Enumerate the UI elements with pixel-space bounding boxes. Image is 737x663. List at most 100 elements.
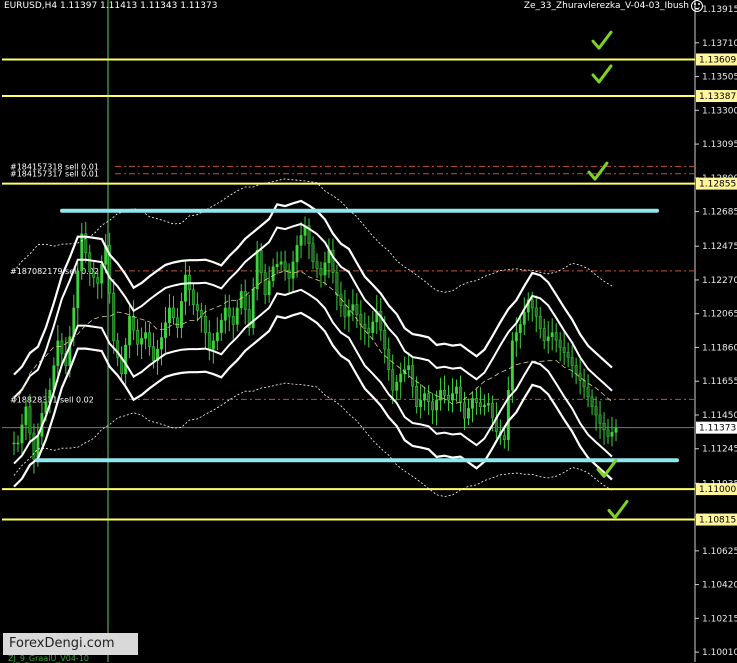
- candle-body: [542, 328, 546, 342]
- outer-envelope-upper: [13, 178, 613, 293]
- candle-body: [391, 369, 395, 391]
- price-label-text: 1.13609: [699, 55, 736, 65]
- candle-body: [574, 365, 578, 375]
- price-label-text: 1.10815: [699, 516, 736, 526]
- candle-body: [283, 261, 287, 271]
- candle-body: [463, 402, 466, 419]
- indicator-name: Ze_33_Zhuravlerezka_V-04-03_Ibush: [523, 1, 689, 11]
- candle-body: [112, 292, 116, 342]
- axis-tick-label: 1.12270: [702, 276, 737, 286]
- candle-body: [407, 365, 411, 370]
- candle-body: [295, 245, 299, 263]
- candle-body: [355, 304, 359, 315]
- checkmark-icon: [587, 161, 609, 181]
- candle-body: [128, 315, 132, 346]
- candle-body: [379, 310, 383, 331]
- candle-body: [359, 314, 363, 325]
- candle-body: [471, 398, 474, 409]
- candle-body: [56, 340, 60, 366]
- price-label-text: 1.13387: [699, 92, 736, 102]
- candle-body: [20, 424, 24, 444]
- watermark: ForexDengi.com: [3, 633, 138, 655]
- candle-body: [140, 338, 144, 345]
- candle-body: [231, 315, 235, 325]
- axis-tick-label: 1.12685: [702, 208, 737, 218]
- candle-body: [538, 315, 542, 329]
- candle-body: [195, 304, 199, 311]
- envelope-band: [13, 199, 613, 376]
- order-line-label: #184157317 sell 0.01: [10, 170, 99, 179]
- candle-body: [363, 324, 367, 329]
- smiley-icon: [691, 0, 703, 12]
- candle-body: [578, 373, 582, 381]
- checkmark-icon: [591, 64, 613, 84]
- candle-body: [435, 399, 439, 411]
- candle-body: [88, 252, 92, 272]
- candle-body: [347, 310, 351, 317]
- candle-body: [207, 332, 211, 350]
- axis-tick-label: 1.10420: [702, 581, 737, 591]
- candle-body: [191, 289, 195, 305]
- candle-body: [443, 390, 447, 396]
- candle-body: [455, 386, 458, 394]
- candle-body: [534, 307, 538, 317]
- candle-body: [279, 261, 283, 265]
- candle-body: [132, 315, 136, 331]
- current-price-text: 1.11373: [699, 424, 736, 434]
- price-chart[interactable]: 1.13915 1.13710 1.13505 1.13300 1.13095 1.128…: [0, 0, 737, 662]
- axis-tick-label: 1.13710: [702, 39, 737, 49]
- candle-body: [124, 344, 128, 375]
- candle-body: [423, 393, 427, 401]
- candle-body: [235, 307, 239, 325]
- candle-body: [183, 274, 187, 302]
- order-line-label: #187082179 sell 0.02: [10, 267, 99, 276]
- candle-body: [311, 243, 315, 263]
- symbol-header: EURUSD,H4 1.11397 1.11413 1.11343 1.1137…: [4, 1, 218, 11]
- candle-body: [164, 322, 167, 338]
- candle-body: [76, 270, 80, 309]
- candle-body: [315, 261, 319, 269]
- candle-body: [199, 310, 203, 317]
- candle-body: [16, 442, 20, 445]
- candle-body: [343, 305, 347, 317]
- candle-body: [419, 399, 423, 408]
- axis-tick-label: 1.12065: [702, 310, 737, 320]
- candle-body: [255, 250, 259, 290]
- candle-body: [570, 357, 574, 366]
- candle-body: [518, 324, 522, 333]
- candle-body: [522, 311, 526, 325]
- candle-body: [215, 332, 219, 342]
- candle-body: [475, 398, 478, 403]
- envelope-band: [13, 288, 613, 465]
- candle-body: [100, 264, 104, 284]
- axis-tick-label: 1.13505: [702, 73, 737, 83]
- candle-body: [60, 340, 64, 354]
- candle-body: [383, 329, 387, 350]
- candle-body: [172, 307, 175, 319]
- candle-body: [351, 304, 355, 311]
- candle-body: [371, 321, 375, 333]
- candle-body: [96, 277, 100, 284]
- candle-body: [176, 317, 179, 328]
- candle-body: [136, 329, 140, 345]
- candle-body: [80, 233, 84, 272]
- candle-body: [602, 422, 606, 431]
- candle-body: [467, 408, 470, 419]
- candle-body: [291, 261, 295, 279]
- candle-body: [168, 307, 171, 324]
- candle-body: [530, 299, 534, 309]
- candle-body: [558, 339, 562, 348]
- candle-body: [594, 406, 598, 416]
- candle-body: [323, 262, 327, 276]
- candle-body: [148, 332, 151, 347]
- axis-tick-label: 1.10215: [702, 614, 737, 624]
- candle-body: [144, 332, 148, 339]
- candle-body: [92, 271, 96, 278]
- axis-tick-label: 1.11860: [702, 343, 737, 353]
- candle-body: [478, 402, 482, 408]
- candle-body: [335, 272, 339, 296]
- candle-body: [367, 328, 371, 333]
- candle-body: [203, 315, 207, 333]
- candle-body: [299, 235, 303, 246]
- candle-body: [28, 406, 32, 434]
